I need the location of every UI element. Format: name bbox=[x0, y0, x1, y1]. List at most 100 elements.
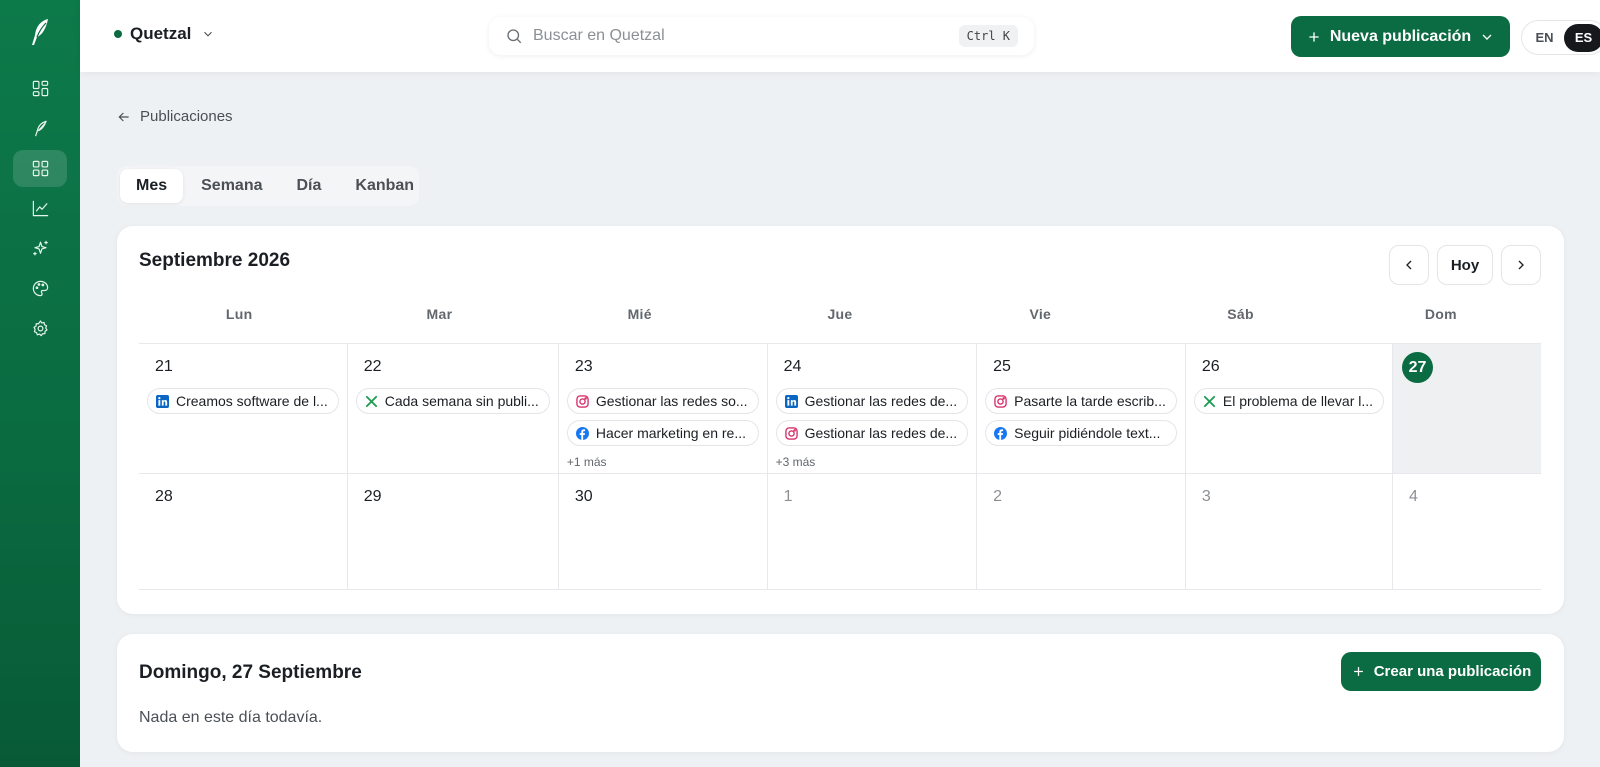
sidebar-nav bbox=[13, 70, 67, 347]
post-chip[interactable]: Cada semana sin publi... bbox=[355, 388, 550, 414]
weekday-header: Lun Mar Mié Jue Vie Sáb Dom bbox=[139, 306, 1541, 322]
workspace-status-dot bbox=[114, 30, 122, 38]
tab-day[interactable]: Día bbox=[281, 169, 338, 203]
calendar-day-cell[interactable]: 24 Gestionar las redes de... Gestionar las… bbox=[767, 344, 978, 474]
post-chip[interactable]: Hacer marketing en re... bbox=[566, 420, 759, 446]
arrow-left-icon bbox=[118, 112, 129, 121]
calendar-day-cell[interactable]: 2 bbox=[977, 474, 1186, 590]
sidebar-item-analytics[interactable] bbox=[13, 190, 67, 227]
weekday-label: Mar bbox=[426, 306, 453, 322]
weekday-label: Vie bbox=[1029, 306, 1052, 322]
calendar-day-cell[interactable]: 29 bbox=[347, 474, 559, 590]
workspace-switcher[interactable]: Quetzal bbox=[114, 24, 215, 44]
selected-day-title: Domingo, 27 Septiembre bbox=[139, 662, 362, 683]
instagram-icon bbox=[994, 394, 1007, 408]
create-post-label: Crear una publicación bbox=[1373, 663, 1532, 680]
language-toggle: EN ES bbox=[1521, 20, 1600, 55]
day-number: 25 bbox=[993, 358, 1011, 375]
back-link[interactable]: Publicaciones bbox=[116, 108, 233, 125]
today-button[interactable]: Hoy bbox=[1437, 245, 1493, 285]
prev-month-button[interactable] bbox=[1389, 245, 1429, 285]
workspace-name: Quetzal bbox=[130, 24, 192, 43]
selected-day-card: Domingo, 27 Septiembre Nada en este día … bbox=[117, 634, 1564, 752]
weekday-label: Sáb bbox=[1227, 306, 1254, 322]
view-tabs: Mes Semana Día Kanban bbox=[117, 166, 419, 206]
x-icon bbox=[365, 395, 378, 408]
x-icon bbox=[1203, 395, 1216, 408]
grid-icon bbox=[32, 160, 48, 177]
day-number: 26 bbox=[1201, 358, 1220, 375]
calendar-day-cell[interactable]: 1 bbox=[767, 474, 978, 590]
empty-day-message: Nada en este día todavía. bbox=[139, 709, 323, 726]
day-number: 21 bbox=[155, 358, 173, 375]
weekday-label: Lun bbox=[225, 306, 253, 322]
post-chip[interactable]: Seguir pidiéndole text... bbox=[985, 420, 1177, 446]
back-link-label: Publicaciones bbox=[140, 108, 233, 125]
sidebar-item-brand[interactable] bbox=[13, 270, 67, 307]
post-chip-text: Creamos software de l... bbox=[176, 393, 328, 409]
sidebar-item-compose[interactable] bbox=[13, 110, 67, 147]
calendar-day-cell[interactable]: 23 Gestionar las redes so... Hacer marketi… bbox=[558, 344, 768, 474]
sidebar-item-dashboard[interactable] bbox=[13, 70, 67, 107]
quill-icon bbox=[34, 120, 47, 137]
facebook-icon bbox=[575, 426, 589, 440]
next-month-button[interactable] bbox=[1501, 245, 1541, 285]
post-chip[interactable]: Gestionar las redes de... bbox=[775, 420, 969, 446]
calendar-day-cell[interactable]: 27 bbox=[1393, 344, 1541, 474]
plus-icon bbox=[1309, 31, 1319, 42]
calendar-day-cell[interactable]: 3 bbox=[1185, 474, 1394, 590]
calendar-day-cell[interactable]: 21 Creamos software de l... bbox=[139, 344, 348, 474]
post-chip[interactable]: El problema de llevar l... bbox=[1193, 388, 1385, 414]
calendar-card: Septiembre 2026 Hoy Lun Mar Mié Jue Vie … bbox=[117, 226, 1564, 614]
more-posts-link[interactable]: +1 más bbox=[567, 455, 759, 469]
post-chip-text: Pasarte la tarde escrib... bbox=[1014, 393, 1166, 409]
calendar-day-cell[interactable]: 26 El problema de llevar l... bbox=[1185, 344, 1394, 474]
post-chip[interactable]: Gestionar las redes de... bbox=[775, 388, 969, 414]
sidebar-item-ai[interactable] bbox=[13, 230, 67, 267]
sidebar-item-settings[interactable] bbox=[13, 310, 67, 347]
lang-es-option[interactable]: ES bbox=[1564, 23, 1600, 52]
post-chip-text: Gestionar las redes de... bbox=[804, 393, 958, 409]
plus-icon bbox=[1353, 667, 1363, 676]
day-number: 29 bbox=[363, 488, 382, 505]
calendar-day-cell[interactable]: 30 bbox=[558, 474, 768, 590]
calendar-day-cell[interactable]: 28 bbox=[139, 474, 348, 590]
post-chip-text: El problema de llevar l... bbox=[1222, 393, 1374, 409]
calendar-day-cell[interactable]: 4 bbox=[1393, 474, 1541, 590]
post-chip-text: Hacer marketing en re... bbox=[595, 425, 746, 441]
search-shortcut-hint: Ctrl K bbox=[958, 25, 1018, 47]
tab-month[interactable]: Mes bbox=[120, 169, 184, 203]
tab-kanban[interactable]: Kanban bbox=[339, 169, 430, 203]
weekday-label: Jue bbox=[827, 306, 853, 322]
post-chip[interactable]: Creamos software de l... bbox=[147, 388, 339, 414]
new-post-button[interactable]: Nueva publicación bbox=[1291, 16, 1510, 57]
today-date-badge: 27 bbox=[1402, 352, 1434, 383]
calendar-month-title: Septiembre 2026 bbox=[139, 250, 291, 271]
calendar-day-cell[interactable]: 25 Pasarte la tarde escrib... Seguir pidié… bbox=[977, 344, 1186, 474]
weekday-label: Mié bbox=[627, 306, 652, 322]
lang-en-option[interactable]: EN bbox=[1525, 24, 1564, 52]
quetzal-logo-icon[interactable] bbox=[25, 16, 55, 48]
sidebar-item-posts[interactable] bbox=[13, 150, 67, 187]
search-bar[interactable]: Ctrl K bbox=[489, 17, 1034, 55]
palette-icon bbox=[32, 280, 48, 297]
more-posts-link[interactable]: +3 más bbox=[776, 455, 969, 469]
post-chip-text: Cada semana sin publi... bbox=[384, 393, 539, 409]
day-number: 1 bbox=[783, 488, 793, 505]
tab-week[interactable]: Semana bbox=[185, 169, 278, 203]
linkedin-icon bbox=[784, 394, 798, 408]
post-chip[interactable]: Gestionar las redes so... bbox=[566, 388, 759, 414]
create-post-button[interactable]: Crear una publicación bbox=[1341, 652, 1541, 691]
chevron-right-icon bbox=[1518, 260, 1524, 270]
calendar-day-cell[interactable]: 22 Cada semana sin publi... bbox=[347, 344, 559, 474]
post-chip-text: Gestionar las redes so... bbox=[595, 393, 748, 409]
post-chip[interactable]: Pasarte la tarde escrib... bbox=[985, 388, 1177, 414]
search-input[interactable] bbox=[533, 27, 959, 45]
calendar-grid: 21 Creamos software de l... 22 Cada semana … bbox=[139, 343, 1541, 590]
day-number: 2 bbox=[993, 488, 1003, 505]
post-chip-text: Gestionar las redes de... bbox=[804, 425, 958, 441]
topbar: Quetzal Ctrl K Nueva publicación EN ES bbox=[80, 0, 1600, 72]
post-chip-text: Seguir pidiéndole text... bbox=[1014, 425, 1161, 441]
new-post-label: Nueva publicación bbox=[1329, 27, 1472, 45]
day-number: 4 bbox=[1409, 488, 1418, 505]
